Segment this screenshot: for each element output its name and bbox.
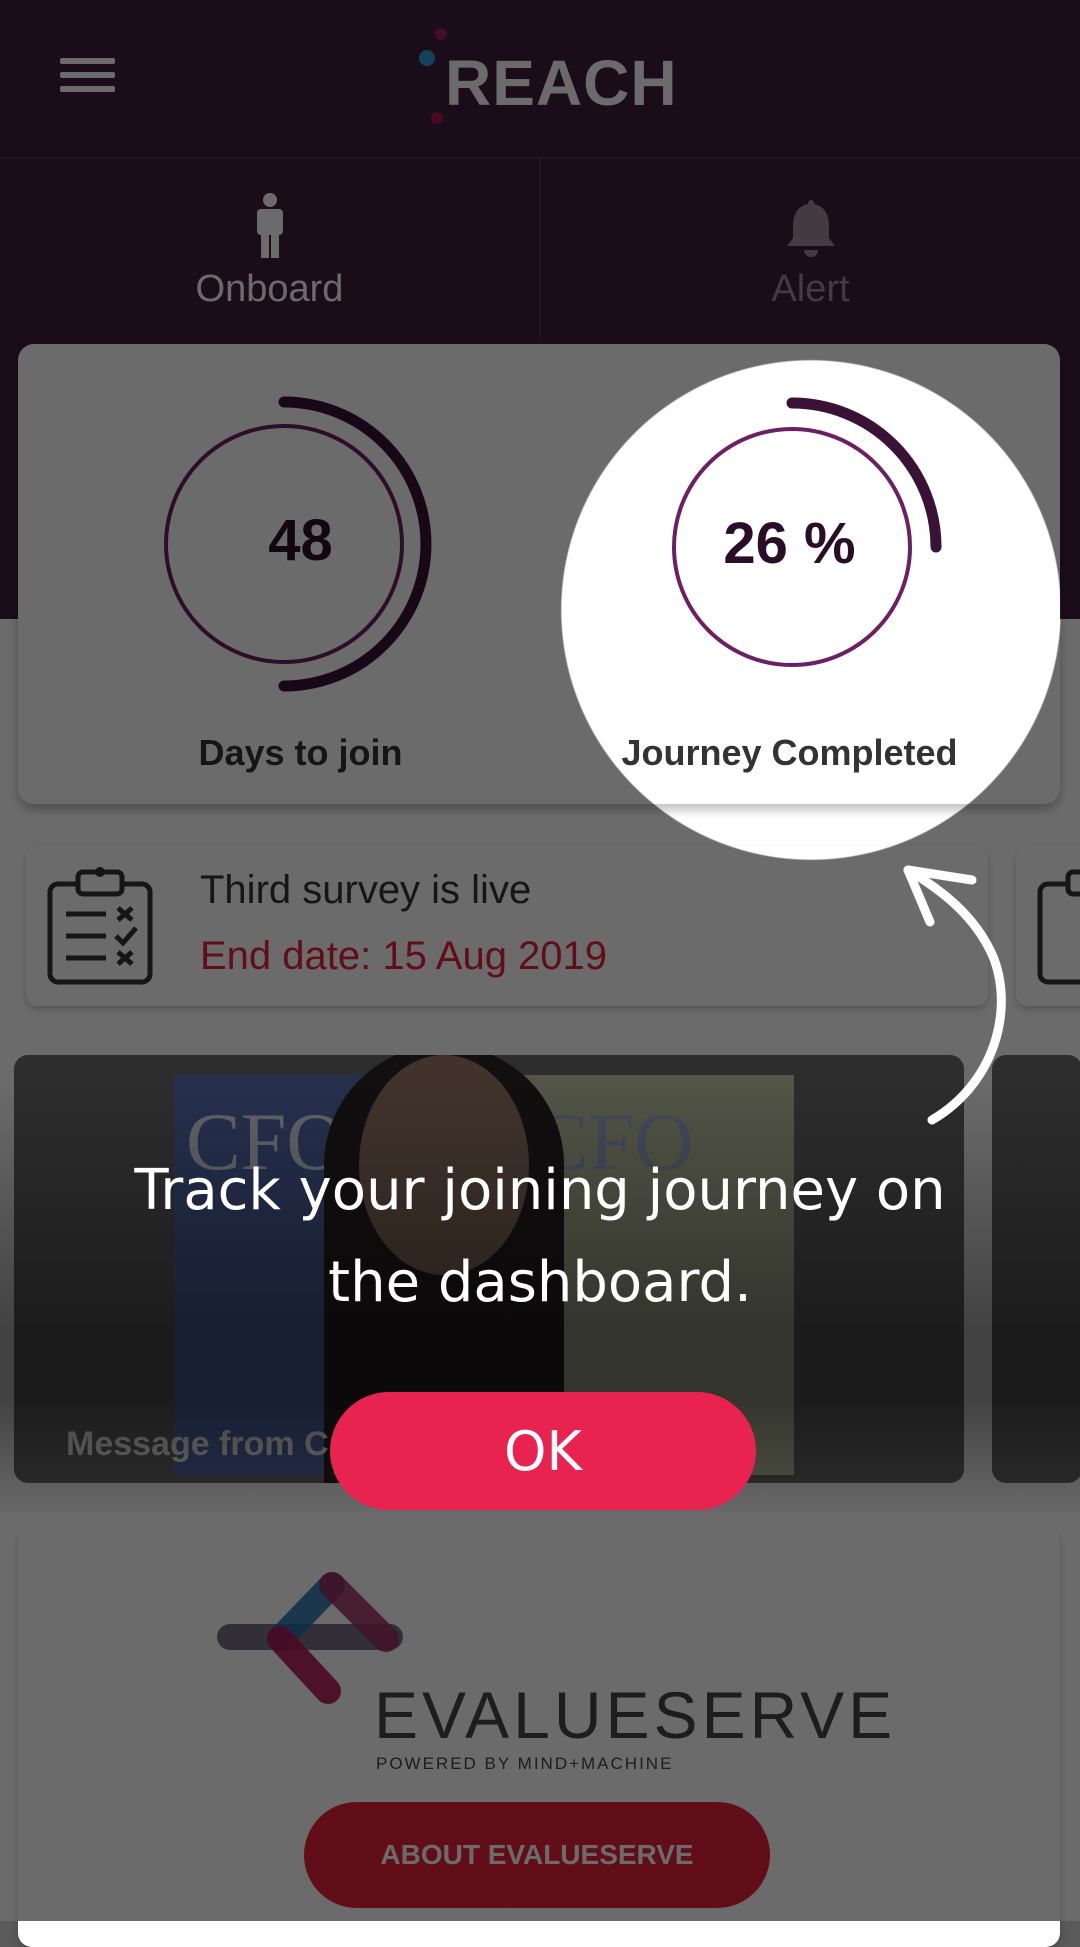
- clipboard-checklist-icon: [47, 867, 153, 985]
- survey-end-date: End date: 15 Aug 2019: [200, 934, 608, 978]
- days-to-join-label: Days to join: [198, 732, 403, 773]
- top-app-bar: REACH: [0, 0, 1080, 159]
- tab-onboard-label: Onboard: [195, 268, 344, 310]
- reach-logo: REACH: [415, 22, 678, 132]
- coach-message-line: Track your joining journey on: [134, 1158, 946, 1223]
- brand-name: EVALUESERVE: [374, 1678, 897, 1752]
- tab-alert[interactable]: Alert: [539, 159, 1080, 339]
- tab-onboard[interactable]: Onboard: [0, 159, 539, 339]
- coach-message: Track your joining journey on the dashbo…: [0, 1145, 1080, 1329]
- tab-bar: Onboard Alert: [0, 159, 1080, 339]
- tab-alert-label: Alert: [771, 268, 850, 310]
- days-to-join-value: 48: [268, 508, 333, 573]
- app-title: REACH: [445, 47, 678, 119]
- survey-card[interactable]: Third survey is live End date: 15 Aug 20…: [26, 846, 988, 1006]
- clipboard-icon: [1037, 869, 1080, 985]
- journey-completed-label: Journey Completed: [621, 732, 958, 773]
- journey-completed-value: 26 %: [723, 511, 856, 576]
- media-caption: Message from C: [66, 1425, 329, 1463]
- hamburger-menu-icon[interactable]: [60, 58, 115, 98]
- coach-message-line: the dashboard.: [328, 1250, 752, 1315]
- survey-title: Third survey is live: [200, 868, 532, 912]
- person-icon: [256, 193, 283, 258]
- evalueserve-card: EVALUESERVE POWERED BY MIND+MACHINE ABOU…: [18, 1527, 1060, 1947]
- coach-arrow-icon: [903, 865, 1006, 1125]
- about-evalueserve-button[interactable]: ABOUT EVALUESERVE: [304, 1802, 770, 1908]
- journey-completed-stat[interactable]: 26 % Journey Completed: [539, 344, 1060, 804]
- ok-button[interactable]: OK: [330, 1392, 756, 1510]
- brand-tagline: POWERED BY MIND+MACHINE: [376, 1754, 674, 1773]
- days-to-join-stat: 48 Days to join: [18, 344, 539, 804]
- bell-icon: [786, 200, 835, 257]
- stats-card: 48 Days to join 26 % Journey Completed: [18, 344, 1060, 804]
